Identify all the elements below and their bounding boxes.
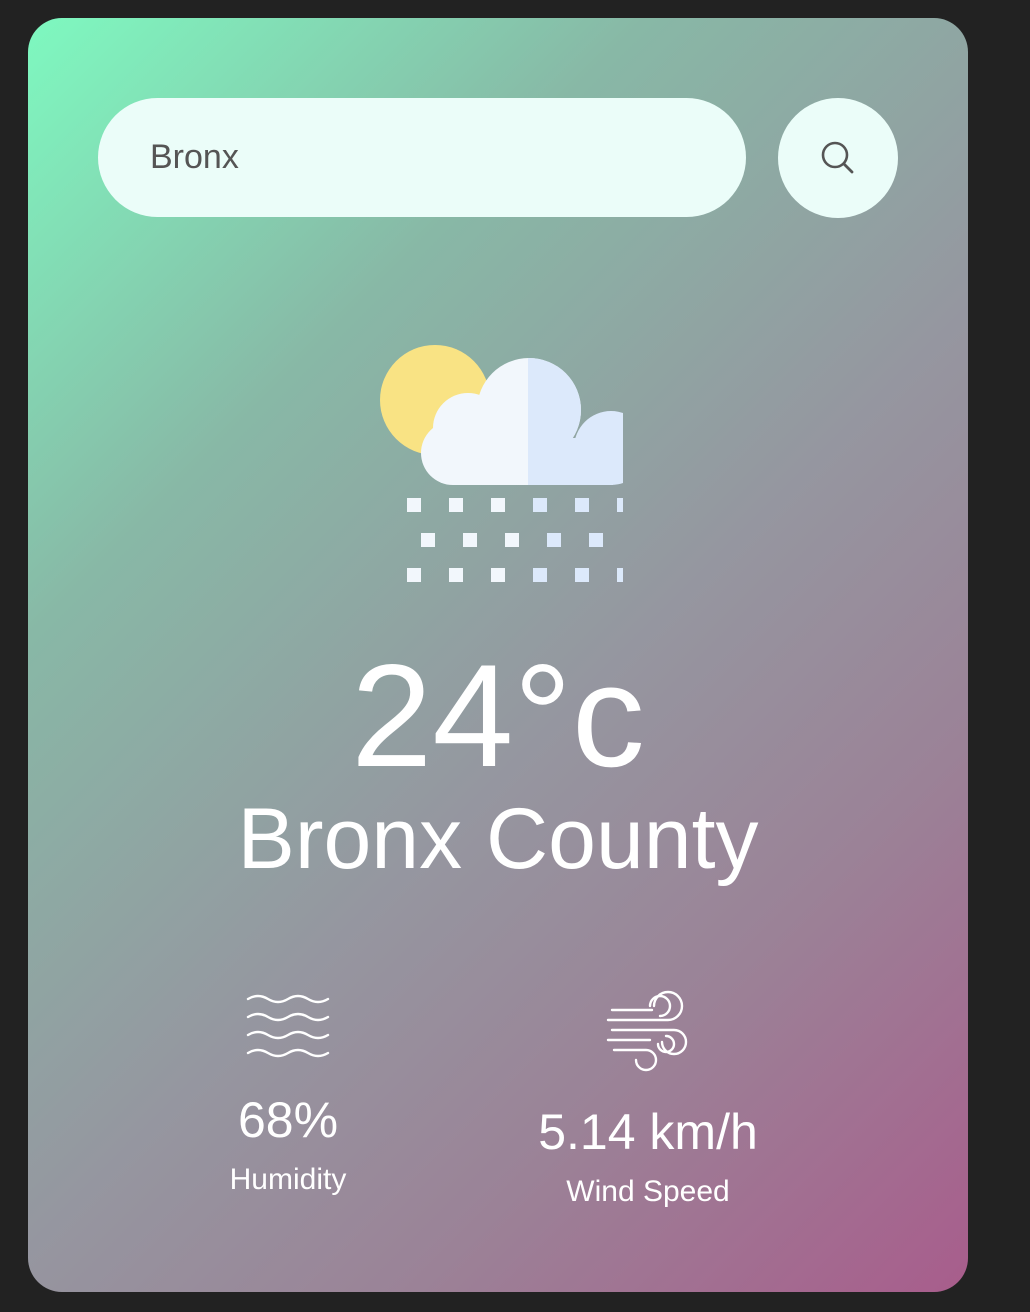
search-input[interactable] [148,137,696,178]
humidity-label: Humidity [229,1163,347,1196]
temperature: 24°c [351,634,645,797]
humidity-value: 68% [237,1092,339,1148]
search-box[interactable] [98,98,746,217]
search-icon [821,141,854,174]
partly-cloudy-snow-icon [380,345,623,582]
city-name: Bronx County [237,791,759,887]
search-button[interactable] [778,98,898,218]
waves-icon [246,994,330,1058]
wind-stat: 5.14 km/h Wind Speed [498,988,798,1207]
weather-card: 24°c Bronx County 68% Humidity [28,18,968,1292]
humidity-stat: 68% Humidity [188,993,388,1195]
wind-label: Wind Speed [566,1175,730,1208]
wind-icon [606,990,688,1072]
wind-value: 5.14 km/h [538,1104,758,1160]
